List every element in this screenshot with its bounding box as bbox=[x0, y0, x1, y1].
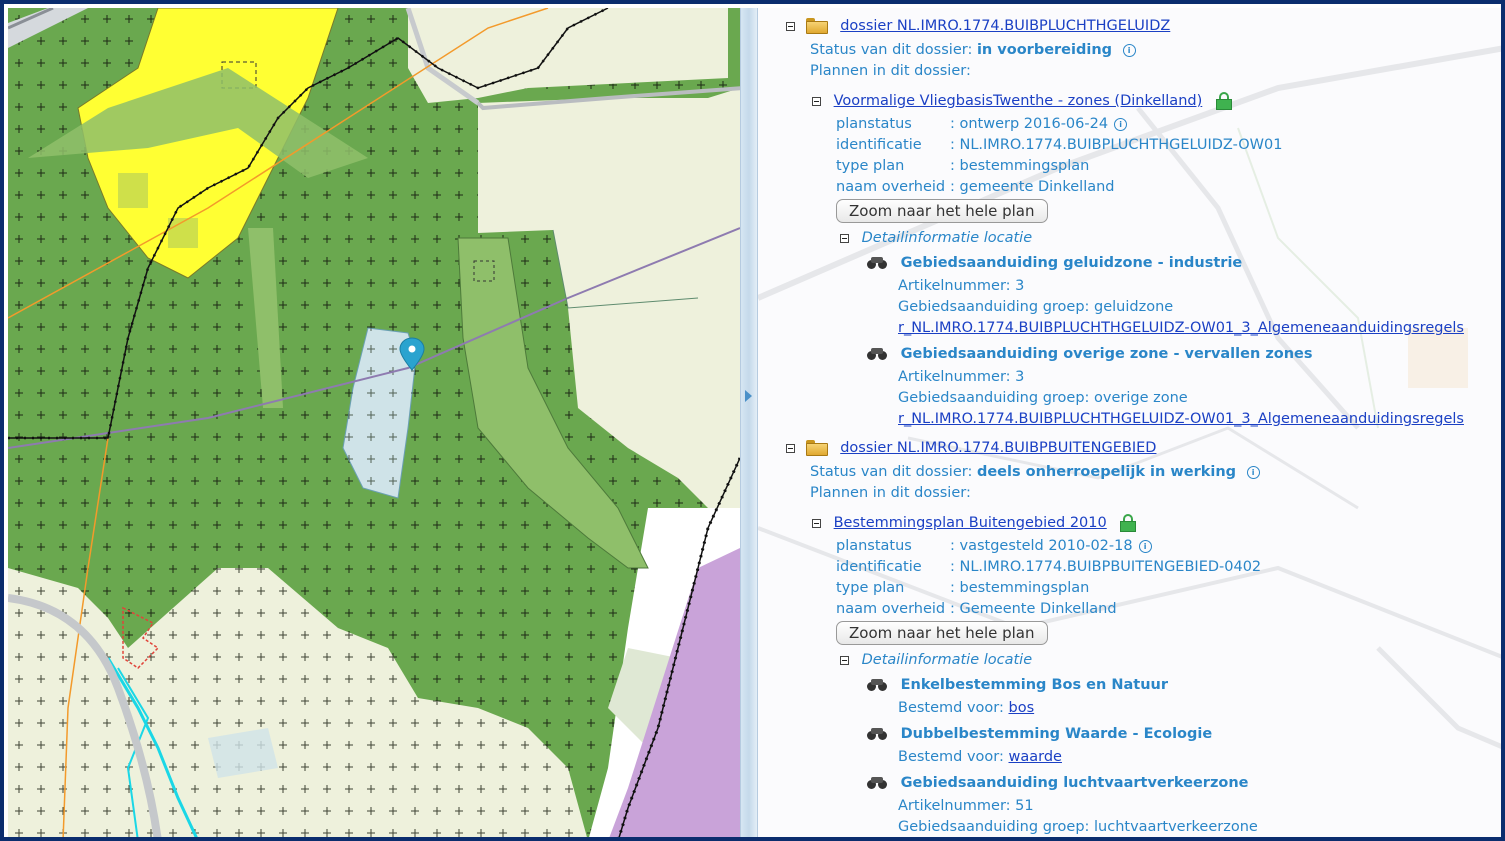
dossier-2-link[interactable]: dossier NL.IMRO.1774.BUIBPBUITENGEBIED bbox=[840, 440, 1156, 456]
collapse-toggle-icon[interactable] bbox=[840, 233, 849, 243]
status-value: in voorbereiding bbox=[976, 42, 1113, 58]
detail-5-line-1: Artikelnummer: 51 bbox=[898, 798, 1034, 814]
panel-splitter[interactable] bbox=[740, 8, 758, 837]
dossier-1-link[interactable]: dossier NL.IMRO.1774.BUIBPLUCHTHGELUIDZ bbox=[840, 18, 1170, 34]
detail-1-rules-link-row: r_NL.IMRO.1774.BUIBPLUCHTHGELUIDZ-OW01_3… bbox=[898, 320, 1464, 336]
detail-1-rules-link[interactable]: r_NL.IMRO.1774.BUIBPLUCHTHGELUIDZ-OW01_3… bbox=[898, 320, 1464, 336]
detail-3-title: Enkelbestemming Bos en Natuur bbox=[866, 677, 1168, 693]
zoom-plan-1-button[interactable]: Zoom naar het hele plan bbox=[836, 199, 1048, 223]
folder-icon bbox=[805, 18, 828, 34]
detail-label: Detailinformatie locatie bbox=[861, 652, 1033, 668]
lock-icon bbox=[1119, 514, 1137, 532]
plan-2-header: Bestemmingsplan Buitengebied 2010 bbox=[812, 514, 1137, 532]
info-icon[interactable]: i bbox=[1122, 43, 1136, 57]
zoom-plan-2-button[interactable]: Zoom naar het hele plan bbox=[836, 621, 1048, 645]
collapse-toggle-icon[interactable] bbox=[812, 518, 821, 528]
plan-2-detail-header: Detailinformatie locatie bbox=[840, 652, 1032, 668]
field-label: planstatus bbox=[836, 116, 912, 132]
feature-info-tree: dossier NL.IMRO.1774.BUIBPLUCHTHGELUIDZ … bbox=[758, 8, 1501, 837]
binoculars-icon bbox=[866, 727, 890, 741]
plan-2-field-planstatus-value: : vastgesteld 2010-02-18 i bbox=[950, 538, 1152, 554]
info-icon[interactable]: i bbox=[1246, 465, 1260, 479]
bestemd-waarde-link[interactable]: waarde bbox=[1009, 749, 1062, 765]
plan-2-field-overheid-value: : Gemeente Dinkelland bbox=[950, 601, 1117, 617]
status-value: deels onherroepelijk in werking bbox=[976, 464, 1237, 480]
plan-1-field-planstatus: planstatus bbox=[836, 116, 912, 132]
collapse-arrow-icon[interactable] bbox=[745, 390, 752, 402]
binoculars-icon bbox=[866, 776, 890, 790]
detail-4-title: Dubbelbestemming Waarde - Ecologie bbox=[866, 726, 1212, 742]
plan-2-title-link[interactable]: Bestemmingsplan Buitengebied 2010 bbox=[834, 515, 1107, 531]
collapse-toggle-icon[interactable] bbox=[812, 96, 821, 106]
collapse-toggle-icon[interactable] bbox=[786, 21, 795, 31]
detail-title: Gebiedsaanduiding overige zone - vervall… bbox=[900, 346, 1313, 362]
map-view[interactable] bbox=[8, 8, 740, 837]
folder-icon bbox=[805, 440, 828, 456]
plan-2-field-identificatie-value: : NL.IMRO.1774.BUIBPBUITENGEBIED-0402 bbox=[950, 559, 1262, 575]
plan-1-field-typeplan: type plan bbox=[836, 158, 905, 174]
dossier-2-plans-label: Plannen in dit dossier: bbox=[810, 485, 971, 501]
plan-1-header: Voormalige VliegbasisTwenthe - zones (Di… bbox=[812, 92, 1233, 110]
plan-1-title-link[interactable]: Voormalige VliegbasisTwenthe - zones (Di… bbox=[834, 93, 1203, 109]
info-panel: dossier NL.IMRO.1774.BUIBPLUCHTHGELUIDZ … bbox=[758, 8, 1501, 837]
detail-2-title: Gebiedsaanduiding overige zone - vervall… bbox=[866, 346, 1313, 362]
status-label: Status van dit dossier: bbox=[810, 464, 973, 480]
plan-1-field-planstatus-value: : ontwerp 2016-06-24 i bbox=[950, 116, 1128, 132]
lock-icon bbox=[1215, 92, 1233, 110]
plan-2-field-identificatie: identificatie bbox=[836, 559, 922, 575]
binoculars-icon bbox=[866, 347, 890, 361]
status-label: Status van dit dossier: bbox=[810, 42, 973, 58]
detail-5-title: Gebiedsaanduiding luchtvaartverkeerzone bbox=[866, 775, 1249, 791]
detail-title: Enkelbestemming Bos en Natuur bbox=[900, 677, 1168, 693]
detail-3-bestemd: Bestemd voor: bos bbox=[898, 700, 1034, 716]
detail-label: Detailinformatie locatie bbox=[861, 230, 1033, 246]
plan-2-field-typeplan: type plan bbox=[836, 580, 905, 596]
plan-1-field-identificatie-value: : NL.IMRO.1774.BUIBPLUCHTHGELUIDZ-OW01 bbox=[950, 137, 1283, 153]
bestemd-label: Bestemd voor: bbox=[898, 749, 1004, 765]
plan-1-detail-header: Detailinformatie locatie bbox=[840, 230, 1032, 246]
detail-title: Gebiedsaanduiding geluidzone - industrie bbox=[900, 255, 1243, 271]
plan-1-field-typeplan-value: : bestemmingsplan bbox=[950, 158, 1090, 174]
plan-2-field-planstatus: planstatus bbox=[836, 538, 912, 554]
plan-2-field-typeplan-value: : bestemmingsplan bbox=[950, 580, 1090, 596]
plan-1-field-overheid: naam overheid bbox=[836, 179, 946, 195]
plan-2-field-overheid: naam overheid bbox=[836, 601, 946, 617]
detail-4-bestemd: Bestemd voor: waarde bbox=[898, 749, 1062, 765]
field-value: : vastgesteld 2010-02-18 bbox=[950, 538, 1133, 554]
binoculars-icon bbox=[866, 256, 890, 270]
dossier-2-header: dossier NL.IMRO.1774.BUIBPBUITENGEBIED bbox=[786, 440, 1156, 456]
binoculars-icon bbox=[866, 678, 890, 692]
bestemd-bos-link[interactable]: bos bbox=[1009, 700, 1035, 716]
detail-1-line-1: Artikelnummer: 3 bbox=[898, 278, 1025, 294]
dossier-1-status: Status van dit dossier: in voorbereiding… bbox=[810, 42, 1136, 58]
collapse-toggle-icon[interactable] bbox=[786, 443, 795, 453]
detail-5-line-2: Gebiedsaanduiding groep: luchtvaartverke… bbox=[898, 819, 1258, 835]
detail-1-title: Gebiedsaanduiding geluidzone - industrie bbox=[866, 255, 1242, 271]
detail-1-line-2: Gebiedsaanduiding groep: geluidzone bbox=[898, 299, 1174, 315]
detail-2-line-2: Gebiedsaanduiding groep: overige zone bbox=[898, 390, 1188, 406]
plan-1-field-identificatie: identificatie bbox=[836, 137, 922, 153]
info-icon[interactable]: i bbox=[1138, 539, 1152, 553]
plan-1-field-overheid-value: : gemeente Dinkelland bbox=[950, 179, 1115, 195]
detail-2-line-1: Artikelnummer: 3 bbox=[898, 369, 1025, 385]
dossier-2-status: Status van dit dossier: deels onherroepe… bbox=[810, 464, 1260, 480]
dossier-1-header: dossier NL.IMRO.1774.BUIBPLUCHTHGELUIDZ bbox=[786, 18, 1170, 34]
bestemd-label: Bestemd voor: bbox=[898, 700, 1004, 716]
collapse-toggle-icon[interactable] bbox=[840, 655, 849, 665]
dossier-1-plans-label: Plannen in dit dossier: bbox=[810, 63, 971, 79]
detail-title: Gebiedsaanduiding luchtvaartverkeerzone bbox=[900, 775, 1249, 791]
info-icon[interactable]: i bbox=[1114, 117, 1128, 131]
detail-title: Dubbelbestemming Waarde - Ecologie bbox=[900, 726, 1213, 742]
detail-2-rules-link[interactable]: r_NL.IMRO.1774.BUIBPLUCHTHGELUIDZ-OW01_3… bbox=[898, 411, 1464, 427]
detail-2-rules-link-row: r_NL.IMRO.1774.BUIBPLUCHTHGELUIDZ-OW01_3… bbox=[898, 411, 1464, 427]
app-frame: dossier NL.IMRO.1774.BUIBPLUCHTHGELUIDZ … bbox=[0, 0, 1505, 841]
field-value: : ontwerp 2016-06-24 bbox=[950, 116, 1109, 132]
